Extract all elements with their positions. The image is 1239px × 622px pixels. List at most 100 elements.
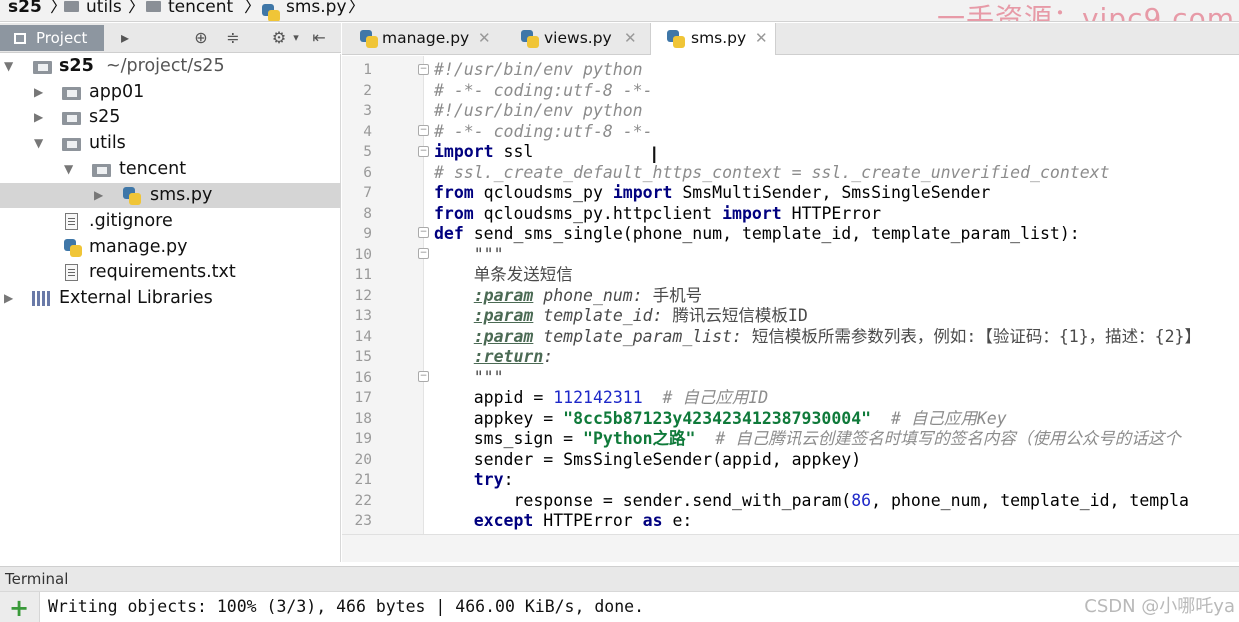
breadcrumb-item-s25[interactable]: s25 [8,0,42,18]
code-token: import [722,203,782,223]
folder-icon [33,61,52,74]
python-file-icon [360,30,378,48]
line-number: 12 [354,287,372,304]
close-icon[interactable]: ✕ [624,23,637,53]
code-token: "Python之路" [583,429,696,448]
expand-arrow-icon[interactable]: ▶ [4,286,13,311]
new-session-plus-icon[interactable]: + [9,593,29,622]
code-line: appid = 112142311 # 自己应用ID [434,388,769,409]
code-token: sender = SmsSingleSender(appid, appkey) [434,449,862,469]
navigation-breadcrumb: s25 〉 utils 〉 tencent 〉 sms.py 〉 一手资源：vi… [0,0,1239,22]
tree-item-label: sms.py [150,185,213,205]
line-number: 13 [354,308,372,324]
project-tool-tab[interactable]: Project [0,25,104,51]
folder-icon [62,138,81,151]
text-file-icon [65,213,78,230]
breadcrumb-separator-icon: 〉 [244,0,261,17]
gear-dropdown-icon[interactable]: ▾ [285,27,307,49]
code-token: 112142311 [553,388,643,407]
code-line: :return: [434,347,553,368]
line-number: 6 [363,164,372,181]
code-token: "8cc5b87123y423423412387930004" [563,408,872,428]
line-number: 22 [354,492,372,509]
terminal-body[interactable]: Writing objects: 100% (3/3), 466 bytes |… [41,592,1239,622]
code-token: #!/usr/bin/env python [434,60,643,79]
tree-item-root[interactable]: ▼ s25 ~/project/s25 [0,54,341,79]
locate-target-icon[interactable]: ⊕ [190,27,212,49]
line-number: 11 [354,267,372,283]
python-file-icon [64,239,82,257]
code-token: , phone_num, template_id, templa [871,490,1189,510]
breadcrumb-item-utils[interactable]: utils [64,0,122,18]
tree-item-requirements[interactable]: requirements.txt [0,260,341,285]
tab-label: views.py [544,29,612,47]
code-token: # 自己应用ID [642,388,769,407]
code-token: : [543,347,554,366]
code-token: # 自己腾讯云创建签名时填写的签名内容（使用公众号的话这个 [695,429,1181,448]
tab-label: manage.py [382,29,470,47]
code-token: 短信模板所需参数列表，例如:【验证码：{1}，描述：{2}】 [741,326,1201,346]
tree-item-sms-py[interactable]: ▶ sms.py [0,183,341,208]
terminal-header[interactable]: Terminal [0,566,1239,592]
watermark-text: CSDN @小哪吒ya [1084,596,1235,617]
collapse-arrow-icon[interactable]: ▼ [64,157,73,182]
hide-panel-icon[interactable]: ⇤ [308,27,330,49]
code-token: 腾讯云短信模板ID [662,306,808,325]
collapse-arrow-icon[interactable]: ▼ [4,54,13,79]
tree-item-tencent[interactable]: ▼ tencent [0,157,341,182]
tree-item-manage-py[interactable]: manage.py [0,235,341,260]
line-number: 14 [354,328,372,345]
project-icon [14,33,26,44]
tree-item-label: s25 [59,56,94,76]
python-file-icon [123,187,141,205]
fold-marker-icon[interactable]: − [418,146,429,157]
code-line: def send_sms_single(phone_num, template_… [434,224,1080,245]
tree-item-app01[interactable]: ▶ app01 [0,80,341,105]
line-number: 3 [363,103,372,119]
code-line: from qcloudsms_py import SmsMultiSender,… [434,183,990,204]
project-panel-header: Project ▸ ⊕ ≑ ⚙ ▾ ⇤ [0,23,341,53]
code-line: :param template_param_list: 短信模板所需参数列表，例… [434,327,1201,348]
tree-item-utils[interactable]: ▼ utils [0,131,341,156]
expand-arrow-icon[interactable]: ▶ [34,105,43,130]
code-line: :param template_id: 腾讯云短信模板ID [434,306,808,327]
close-icon[interactable]: ✕ [478,23,491,53]
code-token: SmsMultiSender, SmsSingleSender [672,183,991,202]
tree-item-s25[interactable]: ▶ s25 [0,105,341,130]
code-editor[interactable]: #!/usr/bin/env python # -*- coding:utf-8 … [434,56,1239,534]
expand-arrow-icon[interactable]: ▶ [34,80,43,105]
fold-marker-icon[interactable]: − [418,64,429,75]
fold-marker-icon[interactable]: − [418,125,429,136]
code-token: 单条发送短信 [434,265,573,284]
code-line: import ssl [434,142,533,163]
code-token: def [434,224,464,243]
tree-item-path: ~/project/s25 [106,56,225,76]
collapse-arrow-icon[interactable]: ▼ [34,131,43,156]
fold-marker-icon[interactable]: − [418,248,429,259]
line-number: 8 [363,205,372,222]
code-line: """ [434,245,504,266]
close-icon[interactable]: ✕ [755,23,768,53]
line-number: 21 [354,472,372,488]
collapse-all-icon[interactable]: ≑ [222,27,244,49]
code-token: : [503,470,514,489]
tree-item-label: tencent [119,159,187,179]
tree-item-label: manage.py [89,237,188,257]
tab-views-py[interactable]: views.py ✕ [505,23,653,54]
tab-manage-py[interactable]: manage.py ✕ [342,23,502,54]
tree-item-label: utils [89,133,126,153]
tree-item-external-libraries[interactable]: ▶ External Libraries [0,286,341,311]
code-line: """ [434,368,504,389]
code-token: :param [473,326,534,346]
expand-arrow-icon[interactable]: ▶ [94,183,103,208]
expand-arrow-icon[interactable]: ▸ [114,27,136,49]
fold-marker-icon[interactable]: − [418,371,429,382]
tree-item-gitignore[interactable]: .gitignore [0,209,341,234]
tab-sms-py[interactable]: sms.py ✕ [650,23,776,55]
breadcrumb-item-tencent[interactable]: tencent [146,0,233,18]
code-token: """ [434,367,504,387]
fold-marker-icon[interactable]: − [418,227,429,238]
folder-icon [146,1,161,12]
